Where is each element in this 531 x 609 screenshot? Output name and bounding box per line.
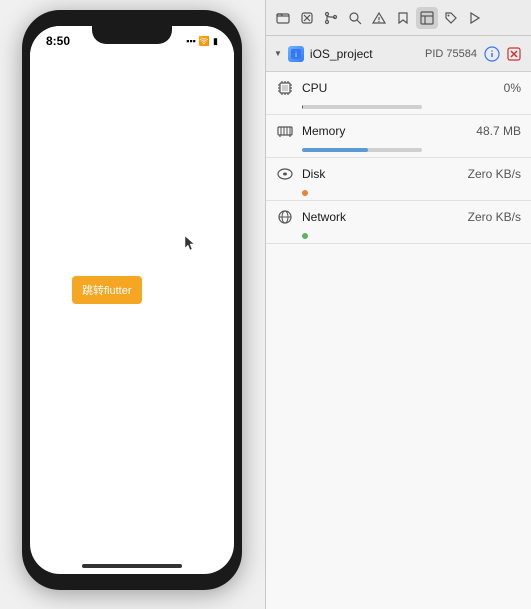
process-name: iOS_project [310, 47, 419, 61]
warning-icon[interactable] [368, 7, 390, 29]
memory-bar-container [302, 148, 422, 152]
metric-item-memory: Memory 48.7 MB [266, 115, 531, 158]
metric-memory-row: Memory 48.7 MB [276, 115, 521, 147]
notch [92, 26, 172, 44]
wifi-icon: 🛜 [199, 36, 210, 47]
metric-network-row: Network Zero KB/s [276, 201, 521, 233]
metric-disk-row: Disk Zero KB/s [276, 158, 521, 190]
cpu-bar-row [276, 104, 521, 114]
process-info-button[interactable] [483, 45, 501, 63]
branch-icon[interactable] [320, 7, 342, 29]
network-icon [276, 208, 294, 226]
disk-dot-indicator [302, 190, 308, 196]
signal-icon: ▪▪▪ [186, 36, 196, 46]
network-dot-indicator [302, 233, 308, 239]
cpu-bar-fill [302, 105, 303, 109]
disk-bar-row [276, 190, 521, 200]
cpu-value: 0% [504, 81, 521, 95]
iphone-screen: 8:50 ▪▪▪ 🛜 ▮ 跳转flutter [30, 26, 234, 574]
debug-toolbar [266, 0, 531, 36]
battery-icon: ▮ [213, 36, 218, 47]
stop-icon[interactable] [296, 7, 318, 29]
memory-bar-row [276, 147, 521, 157]
folder-icon[interactable] [272, 7, 294, 29]
cpu-bar-container [302, 105, 422, 109]
process-pid: PID 75584 [425, 48, 477, 60]
empty-area [266, 341, 531, 609]
metric-cpu-row: CPU 0% [276, 72, 521, 104]
mouse-cursor [185, 236, 197, 252]
process-app-icon: i [288, 46, 304, 62]
network-value: Zero KB/s [468, 210, 521, 224]
bookmark-icon[interactable] [392, 7, 414, 29]
status-time: 8:50 [46, 34, 70, 48]
memory-label: Memory [302, 124, 468, 138]
disk-icon [276, 165, 294, 183]
process-row: ▼ i iOS_project PID 75584 [266, 36, 531, 72]
metric-item-network: Network Zero KB/s [266, 201, 531, 244]
metrics-list: CPU 0% Memory 48.7 MB [266, 72, 531, 341]
process-actions [483, 45, 523, 63]
home-indicator [82, 564, 182, 568]
metric-item-cpu: CPU 0% [266, 72, 531, 115]
network-label: Network [302, 210, 460, 224]
cpu-icon [276, 79, 294, 97]
tag-icon[interactable] [440, 7, 462, 29]
status-icons: ▪▪▪ 🛜 ▮ [186, 36, 218, 47]
memory-value: 48.7 MB [476, 124, 521, 138]
process-expand-triangle[interactable]: ▼ [274, 49, 282, 58]
debug-panel: ▼ i iOS_project PID 75584 CPU 0% [265, 0, 531, 609]
disk-label: Disk [302, 167, 460, 181]
status-bar: 8:50 ▪▪▪ 🛜 ▮ [30, 26, 234, 56]
memory-bar-fill [302, 148, 368, 152]
memory-icon [276, 122, 294, 140]
search-icon[interactable] [344, 7, 366, 29]
flutter-jump-button[interactable]: 跳转flutter [72, 276, 142, 304]
simulator-panel: 8:50 ▪▪▪ 🛜 ▮ 跳转flutter [0, 0, 265, 609]
table-icon[interactable] [416, 7, 438, 29]
cpu-label: CPU [302, 81, 496, 95]
disk-value: Zero KB/s [468, 167, 521, 181]
iphone-frame: 8:50 ▪▪▪ 🛜 ▮ 跳转flutter [22, 10, 242, 590]
play-icon[interactable] [464, 7, 486, 29]
process-stop-button[interactable] [505, 45, 523, 63]
metric-item-disk: Disk Zero KB/s [266, 158, 531, 201]
network-bar-row [276, 233, 521, 243]
